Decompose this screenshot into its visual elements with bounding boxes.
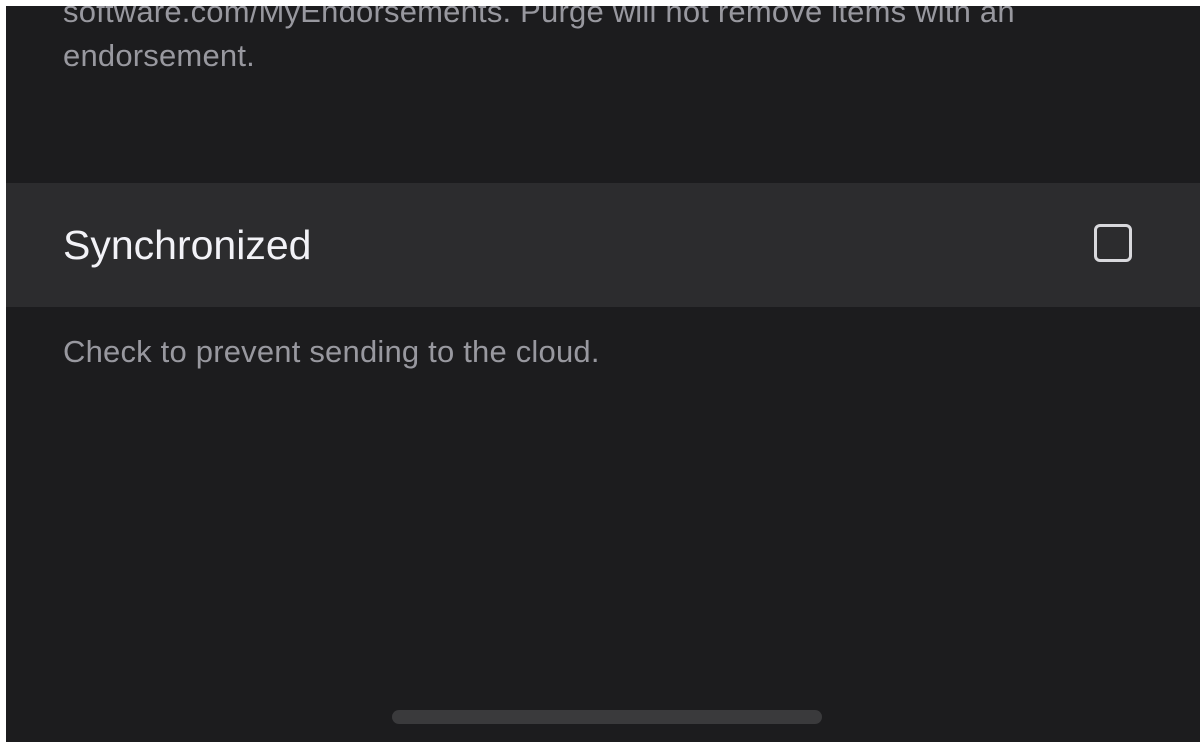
synchronized-setting-row[interactable]: Synchronized [6,183,1200,307]
home-indicator [392,710,822,724]
synchronized-footer-note: Check to prevent sending to the cloud. [63,334,600,369]
section-footer-note: software.com/MyEndorsements. Purge will … [63,6,1015,73]
settings-screen: software.com/MyEndorsements. Purge will … [6,6,1200,742]
synchronized-checkbox[interactable] [1094,224,1132,262]
synchronized-label: Synchronized [63,222,312,268]
